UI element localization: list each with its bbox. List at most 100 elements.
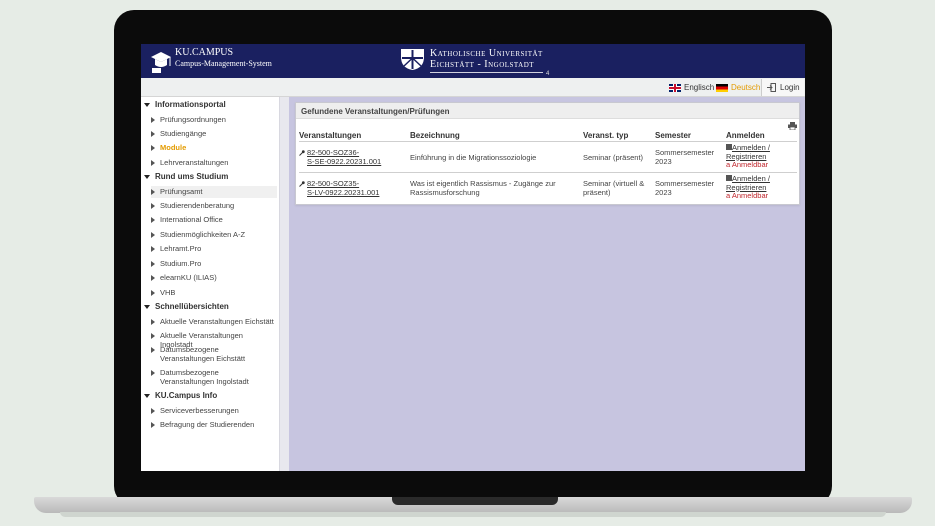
sidebar-item-label: VHB (160, 288, 176, 297)
register-link[interactable]: Anmelden / Registrieren (726, 143, 770, 161)
register-link[interactable]: Anmelden / Registrieren (726, 174, 770, 192)
university-name-line2: Eichstätt - Ingolstadt (430, 59, 535, 70)
brand-name[interactable]: KU.CAMPUS (175, 47, 233, 58)
site-header: KU.CAMPUS Campus-Management-System Katho… (141, 44, 805, 78)
course-type-line2: präsent) (583, 187, 611, 197)
course-title: Was ist eigentlich Rassismus - Zugänge z… (410, 179, 556, 197)
semester-line2: 2023 (655, 187, 672, 197)
sidebar-item-label: Datumsbezogene Veranstaltungen Eichstätt (160, 345, 246, 363)
sidebar-item-studienmoeglichkeiten[interactable]: Studienmöglichkeiten A-Z (151, 230, 277, 239)
laptop-notch (392, 497, 558, 505)
sidebar-item-label: Studierendenberatung (160, 201, 235, 210)
sidebar-item-module[interactable]: Module (151, 143, 277, 152)
section-title: KU.Campus Info (155, 391, 218, 400)
triangle-right-icon (151, 290, 155, 296)
course-code-line2: S-SE-0922.20231.001 (307, 156, 382, 166)
browser-screen: KU.CAMPUS Campus-Management-System Katho… (141, 44, 805, 471)
sidebar-item-studiengaenge[interactable]: Studiengänge (151, 129, 277, 138)
registration-cell: Anmelden / Registrieren a Anmeldbar (726, 174, 770, 201)
language-german-label: Deutsch (731, 83, 761, 92)
triangle-right-icon (151, 189, 155, 195)
sidebar-section-schnelluebersichten[interactable]: Schnellübersichten (144, 302, 229, 311)
triangle-right-icon (151, 160, 155, 166)
course-type: Seminar (präsent) (583, 153, 644, 162)
sidebar-item-label: Studienmöglichkeiten A-Z (160, 230, 246, 239)
course-title-line2: Rassismusforschung (410, 187, 480, 197)
sidebar-item-label: Prüfungsamt (160, 187, 203, 196)
results-panel: Gefundene Veranstaltungen/Prüfungen Vera… (295, 102, 800, 205)
sidebar-section-kucampus-info[interactable]: KU.Campus Info (144, 391, 217, 400)
language-english-label: Englisch (684, 83, 715, 92)
sidebar-item-label: Prüfungsordnungen (160, 115, 226, 124)
university-name-line1: Katholische Universität (430, 48, 543, 59)
panel-title: Gefundene Veranstaltungen/Prüfungen (296, 103, 799, 119)
sidebar-item-international-office[interactable]: International Office (151, 215, 277, 224)
row-divider (299, 172, 797, 173)
registration-status: a Anmeldbar (726, 191, 769, 200)
sidebar-item-serviceverbesserungen[interactable]: Serviceverbesserungen (151, 406, 277, 415)
sidebar-item-befragung[interactable]: Befragung der Studierenden (151, 420, 277, 429)
german-flag-icon (716, 83, 728, 92)
login-icon (767, 83, 776, 92)
login-label: Login (780, 83, 800, 92)
sidebar-item-elearnku[interactable]: elearnKU (ILIAS) (151, 273, 277, 282)
column-header-semester[interactable]: Semester (655, 131, 691, 140)
triangle-right-icon (151, 422, 155, 428)
sidebar-item-aktuelle-eichstaett[interactable]: Aktuelle Veranstaltungen Eichstätt (151, 317, 277, 326)
column-header-veranst-typ[interactable]: Veranst. typ (583, 131, 628, 140)
semester-line2: 2023 (655, 156, 672, 166)
sidebar-item-studium-pro[interactable]: Studium.Pro (151, 259, 277, 268)
triangle-right-icon (151, 145, 155, 151)
triangle-right-icon (151, 319, 155, 325)
triangle-right-icon (151, 408, 155, 414)
sidebar-item-label: Datumsbezogene Veranstaltungen Ingolstad… (160, 368, 249, 386)
sidebar-item-pruefungsordnungen[interactable]: Prüfungsordnungen (151, 115, 277, 124)
print-icon[interactable] (788, 122, 797, 130)
sidebar-item-lehramt-pro[interactable]: Lehramt.Pro (151, 244, 277, 253)
sidebar-item-datumsbezogene-ingolstadt[interactable]: Datumsbezogene Veranstaltungen Ingolstad… (151, 368, 269, 386)
login-button[interactable]: Login (761, 79, 804, 96)
sidebar-item-vhb[interactable]: VHB (151, 288, 277, 297)
sidebar-item-label: elearnKU (ILIAS) (160, 273, 217, 282)
brand-subtitle: Campus-Management-System (175, 59, 272, 68)
triangle-right-icon (151, 217, 155, 223)
sidebar-item-datumsbezogene-eichstaett[interactable]: Datumsbezogene Veranstaltungen Eichstätt (151, 345, 269, 363)
sidebar-item-lehrveranstaltungen[interactable]: Lehrveranstaltungen (151, 158, 277, 167)
triangle-down-icon (144, 102, 150, 107)
key-icon (299, 181, 305, 187)
triangle-down-icon (144, 174, 150, 179)
column-header-veranstaltungen[interactable]: Veranstaltungen (299, 131, 361, 140)
course-title: Einführung in die Migrationssoziologie (410, 153, 537, 162)
sidebar-item-label: Studium.Pro (160, 259, 202, 268)
sidebar-section-informationsportal[interactable]: Informationsportal (144, 100, 226, 109)
triangle-right-icon (151, 370, 155, 376)
course-code-link[interactable]: 82-500-SOZ35- S-LV-0922.20231.001 (299, 179, 380, 197)
key-icon (299, 150, 305, 156)
course-code-link[interactable]: 82-500-SOZ36- S-SE-0922.20231.001 (299, 148, 382, 166)
sidebar-item-pruefungsamt[interactable]: Prüfungsamt (151, 186, 277, 198)
column-header-anmelden[interactable]: Anmelden (726, 131, 765, 140)
header-mark: 4 (546, 71, 550, 77)
triangle-down-icon (144, 304, 150, 309)
sidebar-item-label: Befragung der Studierenden (160, 420, 255, 429)
course-semester: Sommersemester 2023 (655, 148, 714, 166)
sidebar-item-label: Module (160, 143, 187, 152)
section-title: Rund ums Studium (155, 172, 229, 181)
course-semester: Sommersemester 2023 (655, 179, 714, 197)
language-german-link[interactable]: Deutsch (716, 83, 760, 92)
header-divider (299, 141, 797, 142)
triangle-down-icon (144, 393, 150, 398)
sidebar-item-label: Studiengänge (160, 129, 207, 138)
graduation-cap-icon[interactable] (150, 48, 172, 74)
triangle-right-icon (151, 203, 155, 209)
column-header-bezeichnung[interactable]: Bezeichnung (410, 131, 460, 140)
course-code-line2: S-LV-0922.20231.001 (307, 187, 380, 197)
sidebar-item-label: Serviceverbesserungen (160, 406, 239, 415)
language-english-link[interactable]: Englisch (669, 83, 714, 92)
sidebar-item-label: International Office (160, 215, 223, 224)
section-title: Schnellübersichten (155, 302, 229, 311)
triangle-right-icon (151, 347, 155, 353)
sidebar-section-rund-ums-studium[interactable]: Rund ums Studium (144, 172, 228, 181)
sidebar-item-studierendenberatung[interactable]: Studierendenberatung (151, 201, 277, 210)
language-bar: Englisch Deutsch Login (141, 78, 805, 97)
